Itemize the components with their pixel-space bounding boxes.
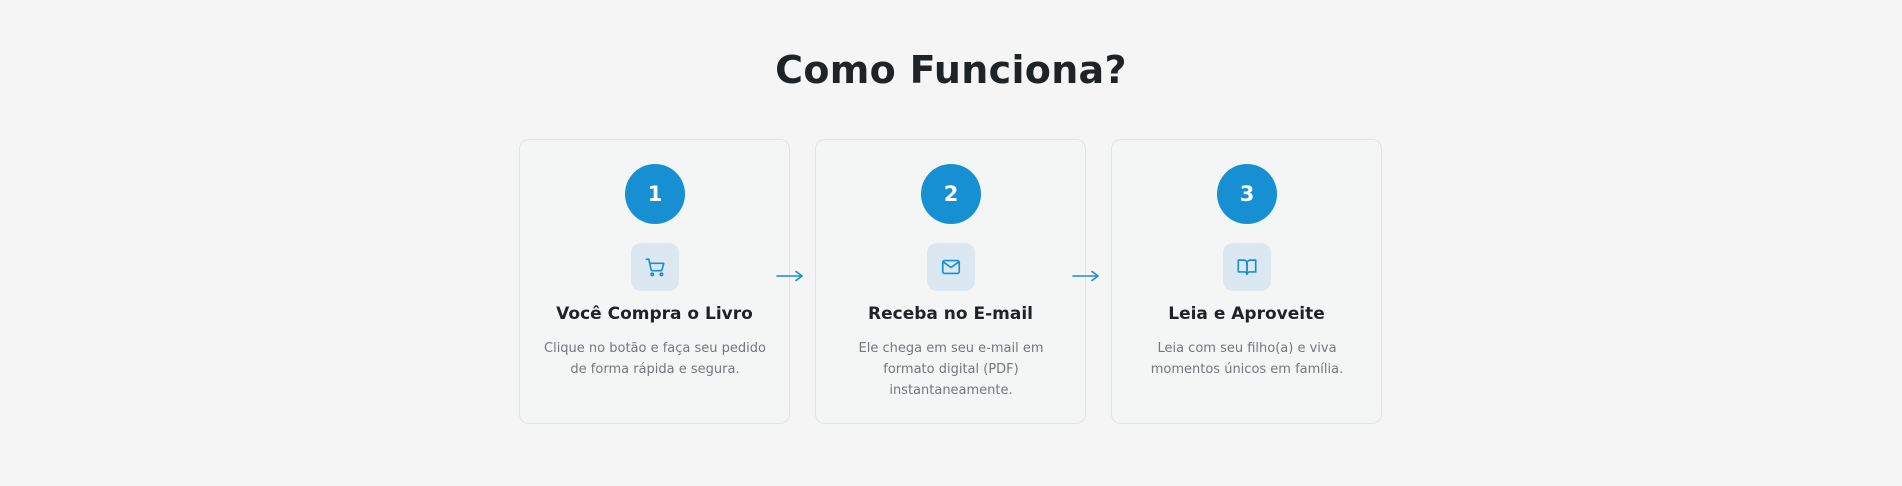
step-title: Receba no E-mail [868,304,1033,324]
step-number-badge: 1 [625,164,685,224]
step-description: Ele chega em seu e-mail em formato digit… [858,341,1044,398]
step-description: Leia com seu filho(a) e viva momentos ún… [1150,341,1344,377]
step-card-3: 3 Leia e Aproveite Leia com seu filho(a)… [1111,139,1382,424]
step-title: Você Compra o Livro [556,304,753,324]
shopping-cart-icon [631,243,679,291]
open-book-icon [1223,243,1271,291]
step-number-badge: 2 [921,164,981,224]
mail-icon [927,243,975,291]
step-title: Leia e Aproveite [1168,304,1325,324]
section-title: Como Funciona? [775,48,1127,92]
step-description: Clique no botão e faça seu pedido de for… [544,341,766,377]
arrow-right-icon [1072,270,1099,282]
steps-container: 1 Você Compra o Livro Clique no botão e … [519,139,1383,424]
step-card-2: 2 Receba no E-mail Ele chega em seu e-ma… [815,139,1086,424]
arrow-right-icon [776,270,803,282]
step-card-1: 1 Você Compra o Livro Clique no botão e … [519,139,790,424]
step-number-badge: 3 [1217,164,1277,224]
